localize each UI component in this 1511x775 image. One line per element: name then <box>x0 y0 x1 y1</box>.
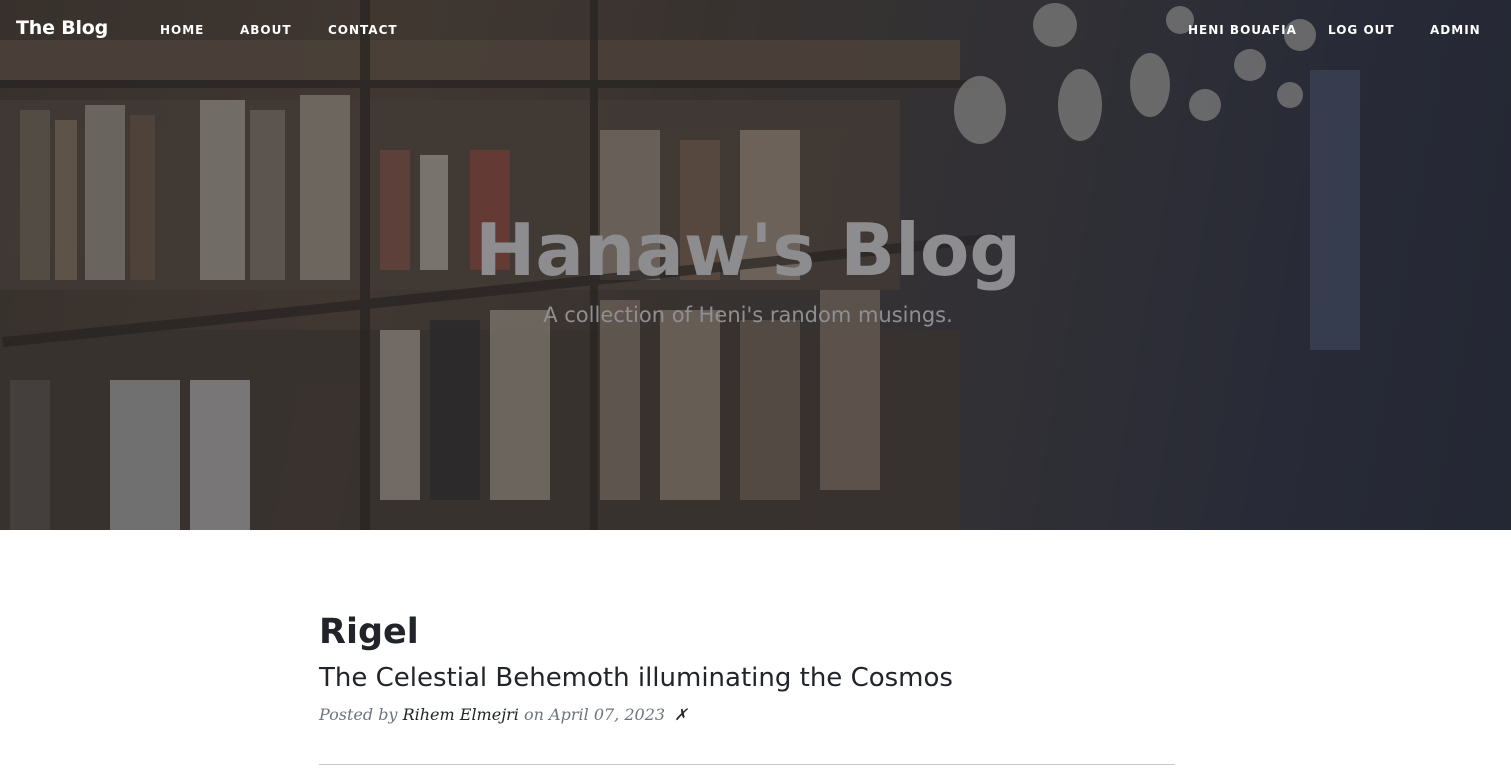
post-meta: Posted by Rihem Elmejri on April 07, 202… <box>319 704 1175 726</box>
post-date: April 07, 2023 <box>549 705 666 724</box>
nav-link-logout[interactable]: LOG OUT <box>1328 23 1395 37</box>
post-subtitle[interactable]: The Celestial Behemoth illuminating the … <box>319 662 1175 694</box>
post-author-link[interactable]: Rihem Elmejri <box>403 705 519 724</box>
delete-post-icon[interactable]: ✗ <box>674 705 687 724</box>
nav-link-admin[interactable]: ADMIN <box>1430 23 1481 37</box>
main-navbar: The Blog HOME ABOUT CONTACT HENI BOUAFIA… <box>0 0 1511 62</box>
nav-link-contact[interactable]: CONTACT <box>328 23 398 37</box>
site-heading: Hanaw's Blog A collection of Heni's rand… <box>0 205 1496 329</box>
nav-link-home[interactable]: HOME <box>160 23 204 37</box>
hero-header: Hanaw's Blog A collection of Heni's rand… <box>0 0 1511 530</box>
site-subtitle: A collection of Heni's random musings. <box>543 303 953 327</box>
post-title-link[interactable]: Rigel <box>319 610 1175 654</box>
post-divider <box>319 764 1175 765</box>
post-meta-prefix: Posted by <box>319 705 398 724</box>
nav-link-user-profile[interactable]: HENI BOUAFIA <box>1188 23 1297 37</box>
post-preview: Rigel The Celestial Behemoth illuminatin… <box>319 610 1175 726</box>
nav-link-about[interactable]: ABOUT <box>240 23 292 37</box>
brand-link[interactable]: The Blog <box>16 17 108 39</box>
site-title: Hanaw's Blog <box>475 208 1021 292</box>
post-meta-on: on <box>524 705 544 724</box>
